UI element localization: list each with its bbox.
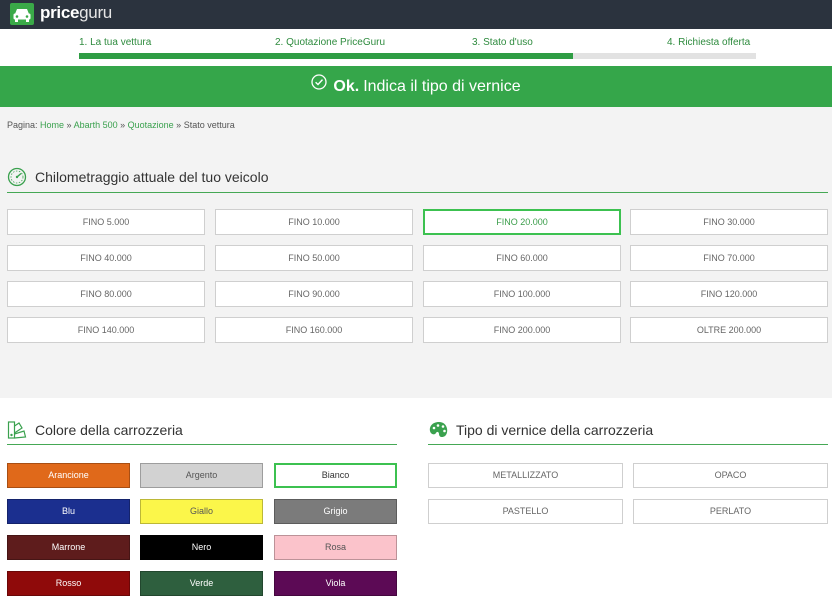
progress-bar-fill [79,53,574,59]
step-4-label: 4. Richiesta offerta [667,37,751,48]
mileage-option[interactable]: FINO 5.000 [7,209,205,235]
mileage-section-divider [7,192,828,193]
breadcrumb-prefix: Pagina: [7,120,41,130]
step-3-label: 3. Stato d'uso [472,37,533,48]
banner-ok: Ok. [333,78,360,95]
paint-type-option[interactable]: PASTELLO [428,499,623,524]
paint-type-option[interactable]: METALLIZZATO [428,463,623,488]
mileage-option[interactable]: FINO 200.000 [423,317,621,343]
breadcrumb: Pagina: Home » Abarth 500 » Quotazione »… [7,120,235,130]
mileage-option[interactable]: FINO 30.000 [630,209,828,235]
brand-name-part-b: guru [79,3,112,22]
mileage-option[interactable]: FINO 100.000 [423,281,621,307]
paint-type-section-title: Tipo di vernice della carrozzeria [456,422,654,438]
mileage-option[interactable]: FINO 10.000 [215,209,413,235]
step-2-label: 2. Quotazione PriceGuru [275,37,386,48]
mileage-option[interactable]: OLTRE 200.000 [630,317,828,343]
mileage-option[interactable]: FINO 160.000 [215,317,413,343]
progress-steps: 1. La tua vettura 2. Quotazione PriceGur… [0,29,832,66]
body-color-section-title: Colore della carrozzeria [35,422,183,438]
mileage-option[interactable]: FINO 20.000 [423,209,621,235]
brand-name-part-a: price [40,3,80,22]
status-banner: Ok. Indica il tipo di vernice [0,66,832,107]
breadcrumb-link-quotation[interactable]: Quotazione [128,120,174,130]
mileage-option[interactable]: FINO 140.000 [7,317,205,343]
color-option-viola[interactable]: Viola [274,571,397,596]
mileage-option[interactable]: FINO 70.000 [630,245,828,271]
breadcrumb-link-model[interactable]: Abarth 500 [74,120,118,130]
mileage-option[interactable]: FINO 40.000 [7,245,205,271]
color-option-nero[interactable]: Nero [140,535,263,560]
car-logo-icon[interactable] [10,3,34,25]
mileage-option[interactable]: FINO 80.000 [7,281,205,307]
color-option-rosa[interactable]: Rosa [274,535,397,560]
color-option-bianco[interactable]: Bianco [274,463,397,488]
color-option-arancione[interactable]: Arancione [7,463,130,488]
banner-text: Indica il tipo di vernice [363,78,521,95]
breadcrumb-separator: » [64,120,74,130]
color-option-blu[interactable]: Blu [7,499,130,524]
check-circle-icon [311,65,328,106]
body-color-section-divider [7,444,397,445]
color-option-verde[interactable]: Verde [140,571,263,596]
mileage-option[interactable]: FINO 60.000 [423,245,621,271]
paint-type-section-divider [428,444,828,445]
mileage-option[interactable]: FINO 50.000 [215,245,413,271]
breadcrumb-separator: » [117,120,128,130]
mileage-option[interactable]: FINO 90.000 [215,281,413,307]
mileage-section-title: Chilometraggio attuale del tuo veicolo [35,169,269,185]
paint-type-option[interactable]: OPACO [633,463,828,488]
breadcrumb-link-home[interactable]: Home [40,120,64,130]
paint-palette-icon [428,420,450,445]
color-swatch-icon [7,420,27,445]
speedometer-icon [7,167,27,192]
breadcrumb-current: Stato vettura [183,120,235,130]
color-option-argento[interactable]: Argento [140,463,263,488]
mileage-option[interactable]: FINO 120.000 [630,281,828,307]
color-option-rosso[interactable]: Rosso [7,571,130,596]
progress-bar [79,53,756,59]
color-option-grigio[interactable]: Grigio [274,499,397,524]
paint-type-option[interactable]: PERLATO [633,499,828,524]
top-bar: priceguru [0,0,832,29]
color-option-marrone[interactable]: Marrone [7,535,130,560]
brand-logo[interactable]: priceguru [40,3,112,23]
breadcrumb-separator: » [173,120,184,130]
step-1-label: 1. La tua vettura [79,37,152,48]
color-option-giallo[interactable]: Giallo [140,499,263,524]
